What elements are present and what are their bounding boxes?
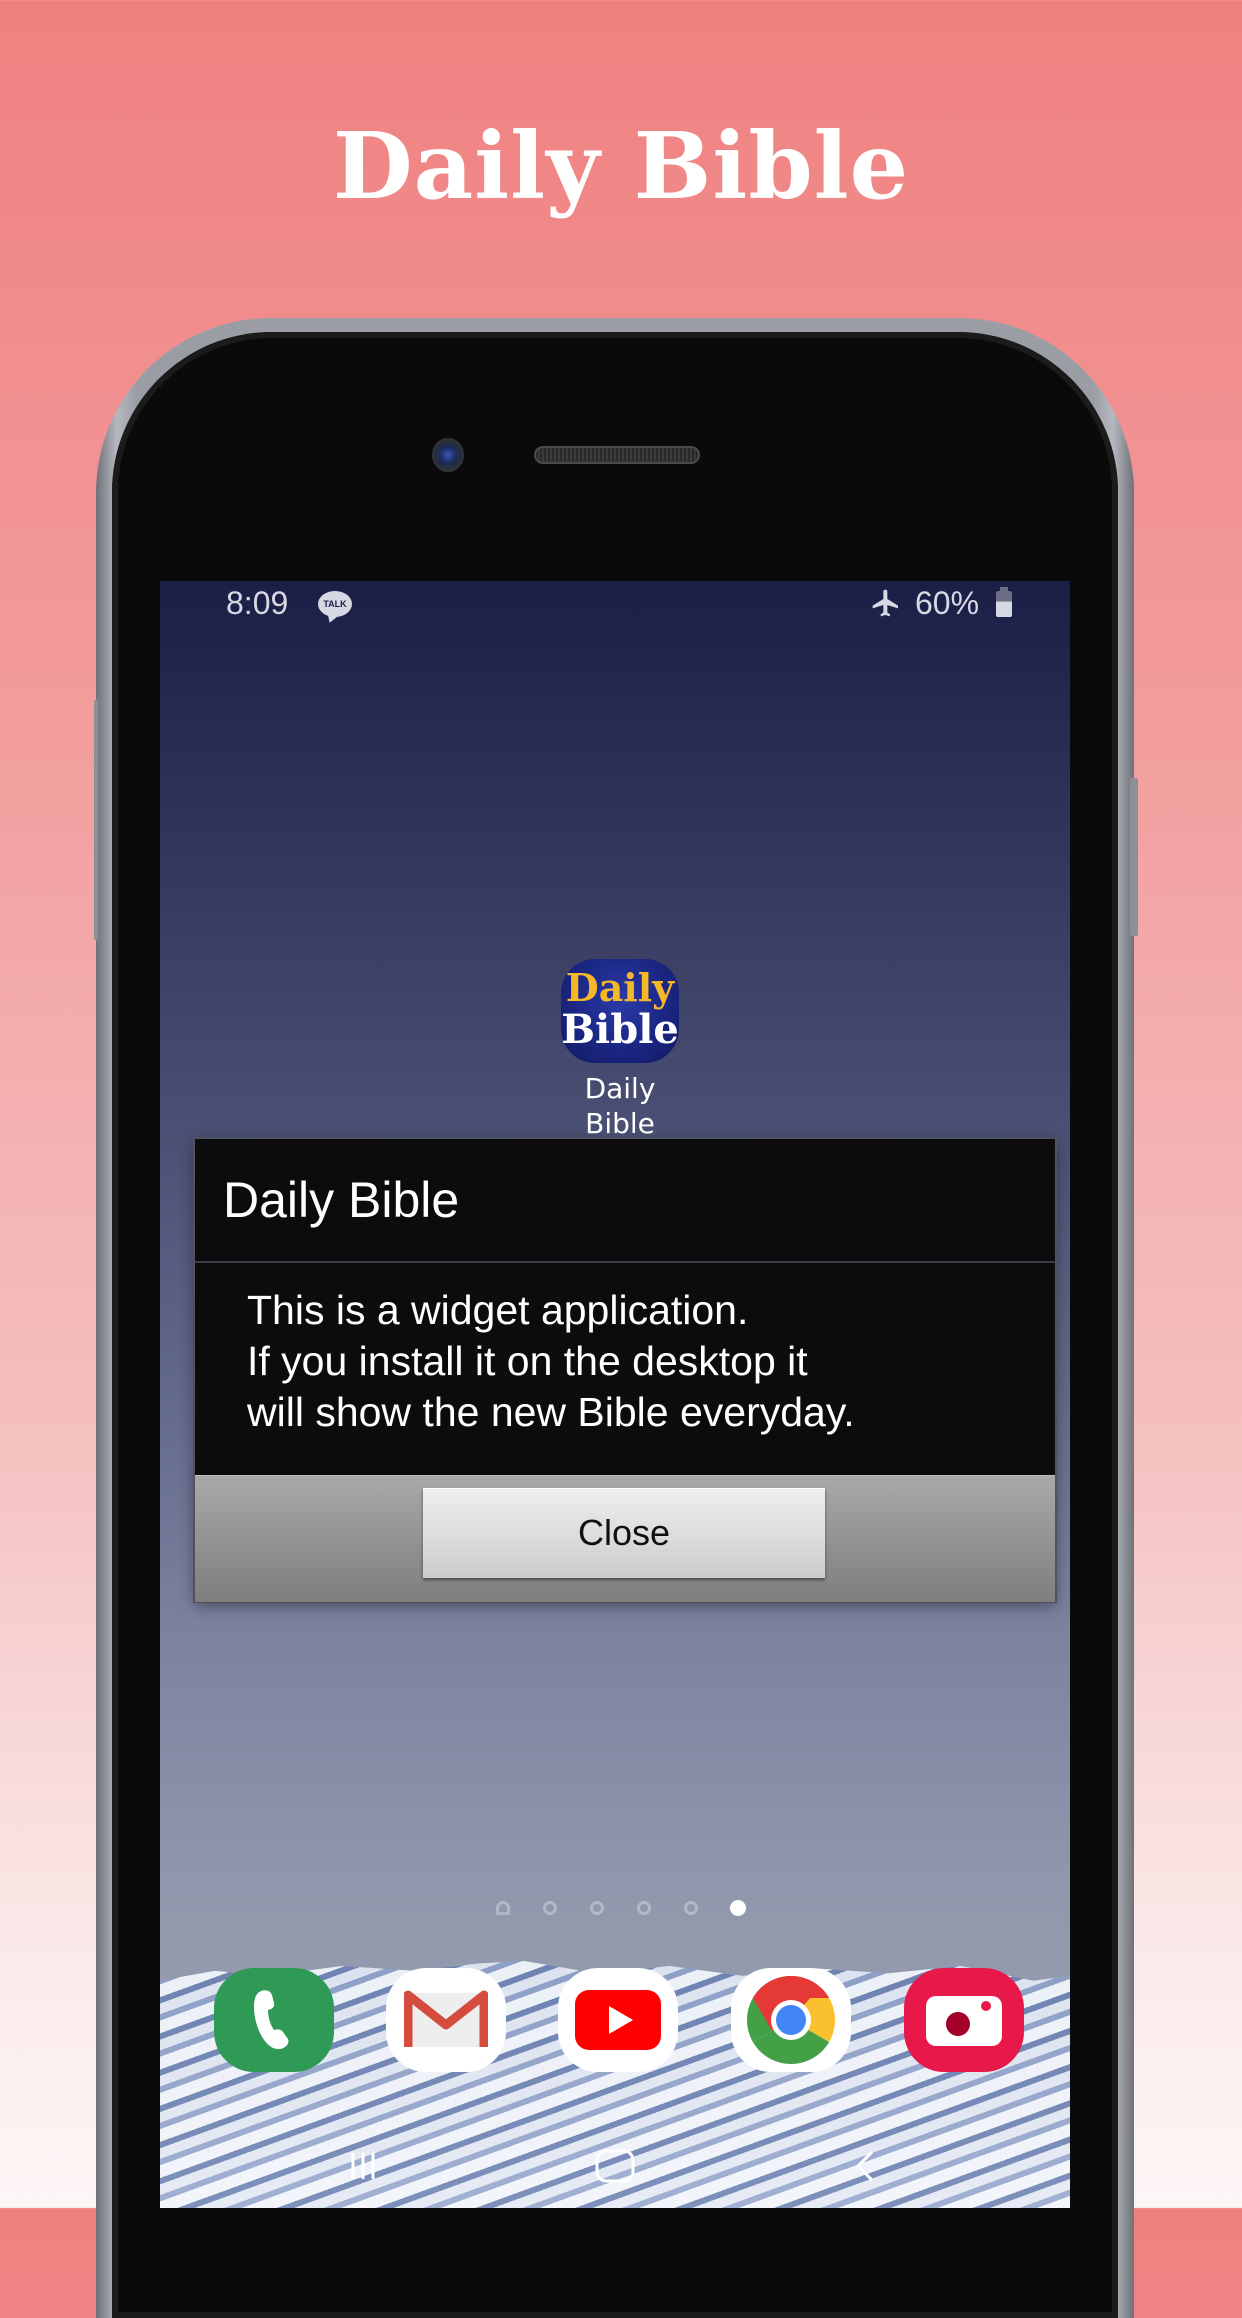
back-button[interactable] (835, 2141, 895, 2191)
gmail-icon (404, 1990, 488, 2047)
side-button-left (94, 700, 98, 940)
camera-icon (926, 1996, 1002, 2046)
page-dot[interactable] (590, 1901, 604, 1915)
dock (160, 1968, 1070, 2072)
app-shortcut-label: Daily Bible (584, 1072, 656, 1140)
app-icon-text-bible: Bible (561, 1006, 679, 1053)
page-dot[interactable] (684, 1901, 698, 1915)
home-button[interactable] (585, 2141, 645, 2191)
navigation-bar (160, 2141, 1070, 2191)
phone-app[interactable] (214, 1968, 334, 2072)
dialog-title: Daily Bible (223, 1172, 460, 1228)
earpiece-speaker (534, 446, 700, 464)
recent-apps-button[interactable] (335, 2141, 395, 2191)
dialog-header: Daily Bible (195, 1139, 1055, 1263)
close-button[interactable]: Close (423, 1488, 825, 1578)
dialog-body: This is a widget application. If you ins… (195, 1263, 1055, 1475)
chrome-app[interactable] (731, 1968, 851, 2072)
page-indicator (160, 1900, 1070, 1921)
phone-icon (254, 1990, 289, 2050)
info-dialog: Daily Bible This is a widget application… (195, 1139, 1055, 1602)
recent-apps-icon (351, 2153, 375, 2179)
page-dot[interactable] (637, 1901, 651, 1915)
status-bar: 8:09 TALK 60% (160, 581, 1070, 625)
status-time: 8:09 (226, 585, 289, 621)
volume-button (1130, 778, 1138, 936)
promo-title: Daily Bible (332, 112, 910, 220)
airplane-icon (872, 589, 898, 617)
youtube-icon (575, 1990, 661, 2050)
page-dot-active[interactable] (730, 1900, 746, 1916)
gmail-app[interactable] (386, 1968, 506, 2072)
daily-bible-app-icon: Daily Bible (561, 959, 679, 1063)
page-dot-home[interactable] (496, 1901, 510, 1915)
camera-app[interactable] (904, 1968, 1024, 2072)
page-dot[interactable] (543, 1901, 557, 1915)
dialog-footer: Close (195, 1475, 1055, 1602)
front-camera (432, 438, 464, 472)
battery-percent: 60% (915, 585, 980, 621)
back-icon (855, 2150, 874, 2182)
home-icon (595, 2149, 635, 2183)
battery-icon (996, 587, 1012, 617)
app-shortcut-daily-bible[interactable]: Daily Bible Daily Bible (558, 959, 682, 1141)
chrome-icon (747, 1976, 835, 2064)
dialog-message: This is a widget application. If you ins… (247, 1287, 855, 1435)
phone-screen: 8:09 TALK 60% Daily Bible Daily Bible Da… (160, 581, 1070, 2208)
app-icon-text-daily: Daily (565, 965, 675, 1010)
kakaotalk-icon: TALK (318, 591, 352, 617)
youtube-app[interactable] (558, 1968, 678, 2072)
